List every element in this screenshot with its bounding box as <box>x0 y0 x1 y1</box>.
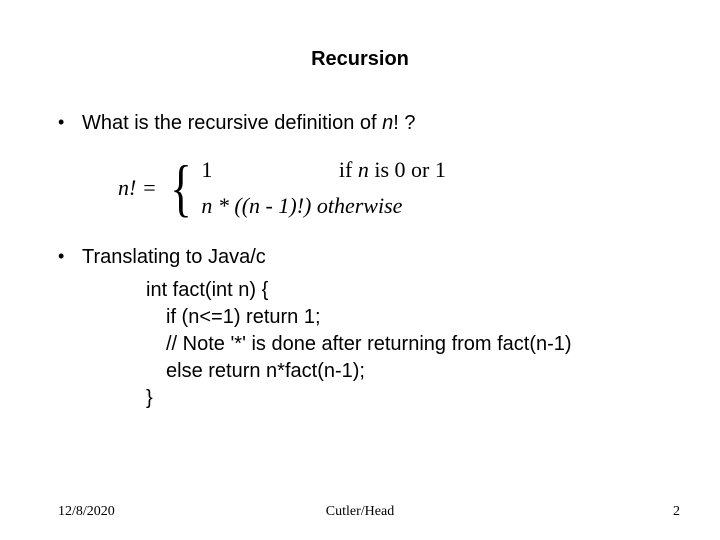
case1-value: 1 <box>201 157 212 182</box>
code-block: int fact(int n) { if (n<=1) return 1; //… <box>58 277 680 412</box>
bullet-item: • Translating to Java/c <box>58 244 680 271</box>
code-line: else return n*fact(n-1); <box>58 358 680 385</box>
slide-content: • What is the recursive definition of n!… <box>58 110 680 412</box>
code-line: int fact(int n) { <box>58 277 680 304</box>
code-line: } <box>58 385 680 412</box>
formula-lhs: n! = <box>118 173 163 203</box>
case2-expr: n * ((n - 1)!) <box>201 193 311 218</box>
case1-if: if <box>339 157 358 182</box>
code-line: // Note '*' is done after returning from… <box>58 331 680 358</box>
slide: Recursion • What is the recursive defini… <box>0 0 720 540</box>
bullet1-suffix: ! ? <box>393 112 415 134</box>
formula-block: n! = { 1 if n is 0 or 1 n * ((n - 1)!) o… <box>118 155 680 220</box>
code-line: if (n<=1) return 1; <box>58 304 680 331</box>
case1-n: n <box>358 157 369 182</box>
bullet1-n: n <box>382 112 393 134</box>
footer-center: Cutler/Head <box>0 504 720 520</box>
bullet1-prefix: What is the recursive definition of <box>82 112 382 134</box>
bullet-dot-icon: • <box>58 244 82 271</box>
bullet-text: Translating to Java/c <box>82 244 680 271</box>
formula-case-2: n * ((n - 1)!) otherwise <box>201 191 445 221</box>
case1-rest: is 0 or 1 <box>369 157 446 182</box>
bullet-item: • What is the recursive definition of n!… <box>58 110 680 137</box>
formula-row: n! = { 1 if n is 0 or 1 n * ((n - 1)!) o… <box>118 155 680 220</box>
footer-page-number: 2 <box>673 504 680 520</box>
case2-cond: otherwise <box>311 193 402 218</box>
bullet-dot-icon: • <box>58 110 82 137</box>
formula-case-1: 1 if n is 0 or 1 <box>201 155 445 185</box>
bullet-text: What is the recursive definition of n! ? <box>82 110 680 137</box>
brace-icon: { <box>168 158 195 218</box>
slide-title: Recursion <box>0 48 720 71</box>
formula-cases: 1 if n is 0 or 1 n * ((n - 1)!) otherwis… <box>201 155 445 220</box>
